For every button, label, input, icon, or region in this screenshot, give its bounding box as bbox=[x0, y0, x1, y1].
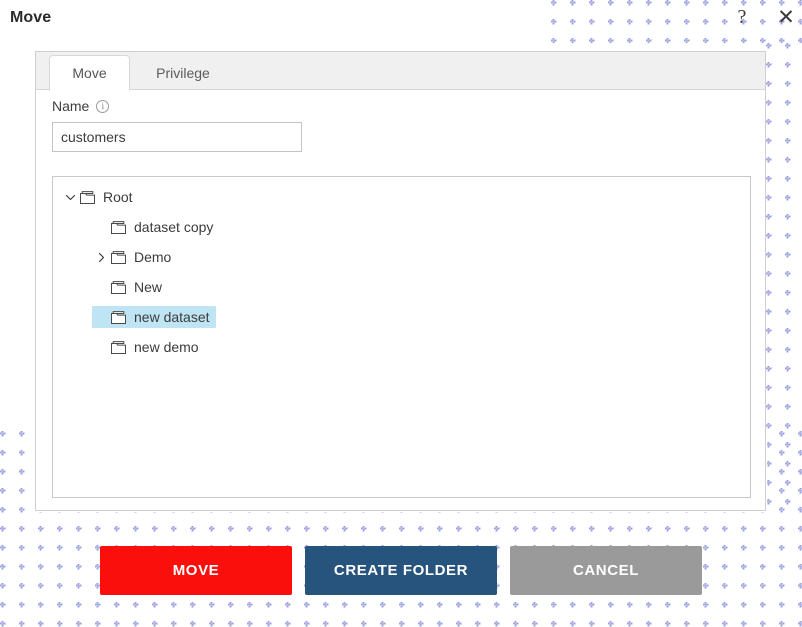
tree-row-content: Root bbox=[61, 186, 139, 208]
window-title-bar: Move ? ✕ bbox=[0, 0, 802, 43]
tree-row[interactable]: New bbox=[53, 272, 750, 302]
tree-row[interactable]: Root bbox=[53, 182, 750, 212]
dialog-button-bar: MOVE CREATE FOLDER CANCEL bbox=[0, 546, 802, 595]
chevron-down-icon[interactable] bbox=[61, 186, 79, 208]
tab-move[interactable]: Move bbox=[49, 55, 130, 91]
tree-item-label: Demo bbox=[134, 249, 172, 265]
tree-item-label: dataset copy bbox=[134, 219, 214, 235]
folder-icon bbox=[110, 246, 127, 268]
info-icon[interactable]: i bbox=[96, 99, 110, 113]
tree-row[interactable]: new demo bbox=[53, 332, 750, 362]
name-input[interactable] bbox=[52, 122, 302, 152]
name-field-label-row: Name i bbox=[52, 98, 110, 114]
folder-icon bbox=[110, 276, 127, 298]
folder-icon bbox=[110, 336, 127, 358]
move-dialog-panel: Move Privilege Name i Rootdataset copy De… bbox=[35, 51, 766, 511]
close-icon[interactable]: ✕ bbox=[773, 4, 799, 30]
tree-item-label: Root bbox=[103, 189, 133, 205]
folder-icon bbox=[79, 186, 96, 208]
tree-row-content: new dataset bbox=[92, 306, 216, 328]
page-title: Move bbox=[10, 9, 52, 26]
name-label: Name bbox=[52, 98, 90, 114]
background-dot-pattern-right bbox=[766, 43, 802, 511]
tree-row-content: Demo bbox=[92, 246, 177, 268]
tree-row[interactable]: new dataset bbox=[53, 302, 750, 332]
tab-privilege[interactable]: Privilege bbox=[137, 55, 229, 91]
tree-item-label: new demo bbox=[134, 339, 199, 355]
tree-row-content: New bbox=[92, 276, 168, 298]
create-folder-button[interactable]: CREATE FOLDER bbox=[305, 546, 497, 595]
folder-icon bbox=[110, 306, 127, 328]
cancel-button[interactable]: CANCEL bbox=[510, 546, 702, 595]
tree-item-label: New bbox=[134, 279, 163, 295]
tree-row[interactable]: Demo bbox=[53, 242, 750, 272]
tree-row[interactable]: dataset copy bbox=[53, 212, 750, 242]
folder-tree[interactable]: Root dataset copy Demo New new dataset new de… bbox=[52, 176, 751, 498]
tree-row-content: dataset copy bbox=[92, 216, 219, 238]
help-icon[interactable]: ? bbox=[729, 4, 755, 30]
chevron-right-icon[interactable] bbox=[92, 246, 110, 268]
move-button[interactable]: MOVE bbox=[100, 546, 292, 595]
tree-item-label: new dataset bbox=[134, 309, 210, 325]
tab-strip: Move Privilege bbox=[36, 52, 765, 91]
tree-row-content: new demo bbox=[92, 336, 205, 358]
folder-icon bbox=[110, 216, 127, 238]
